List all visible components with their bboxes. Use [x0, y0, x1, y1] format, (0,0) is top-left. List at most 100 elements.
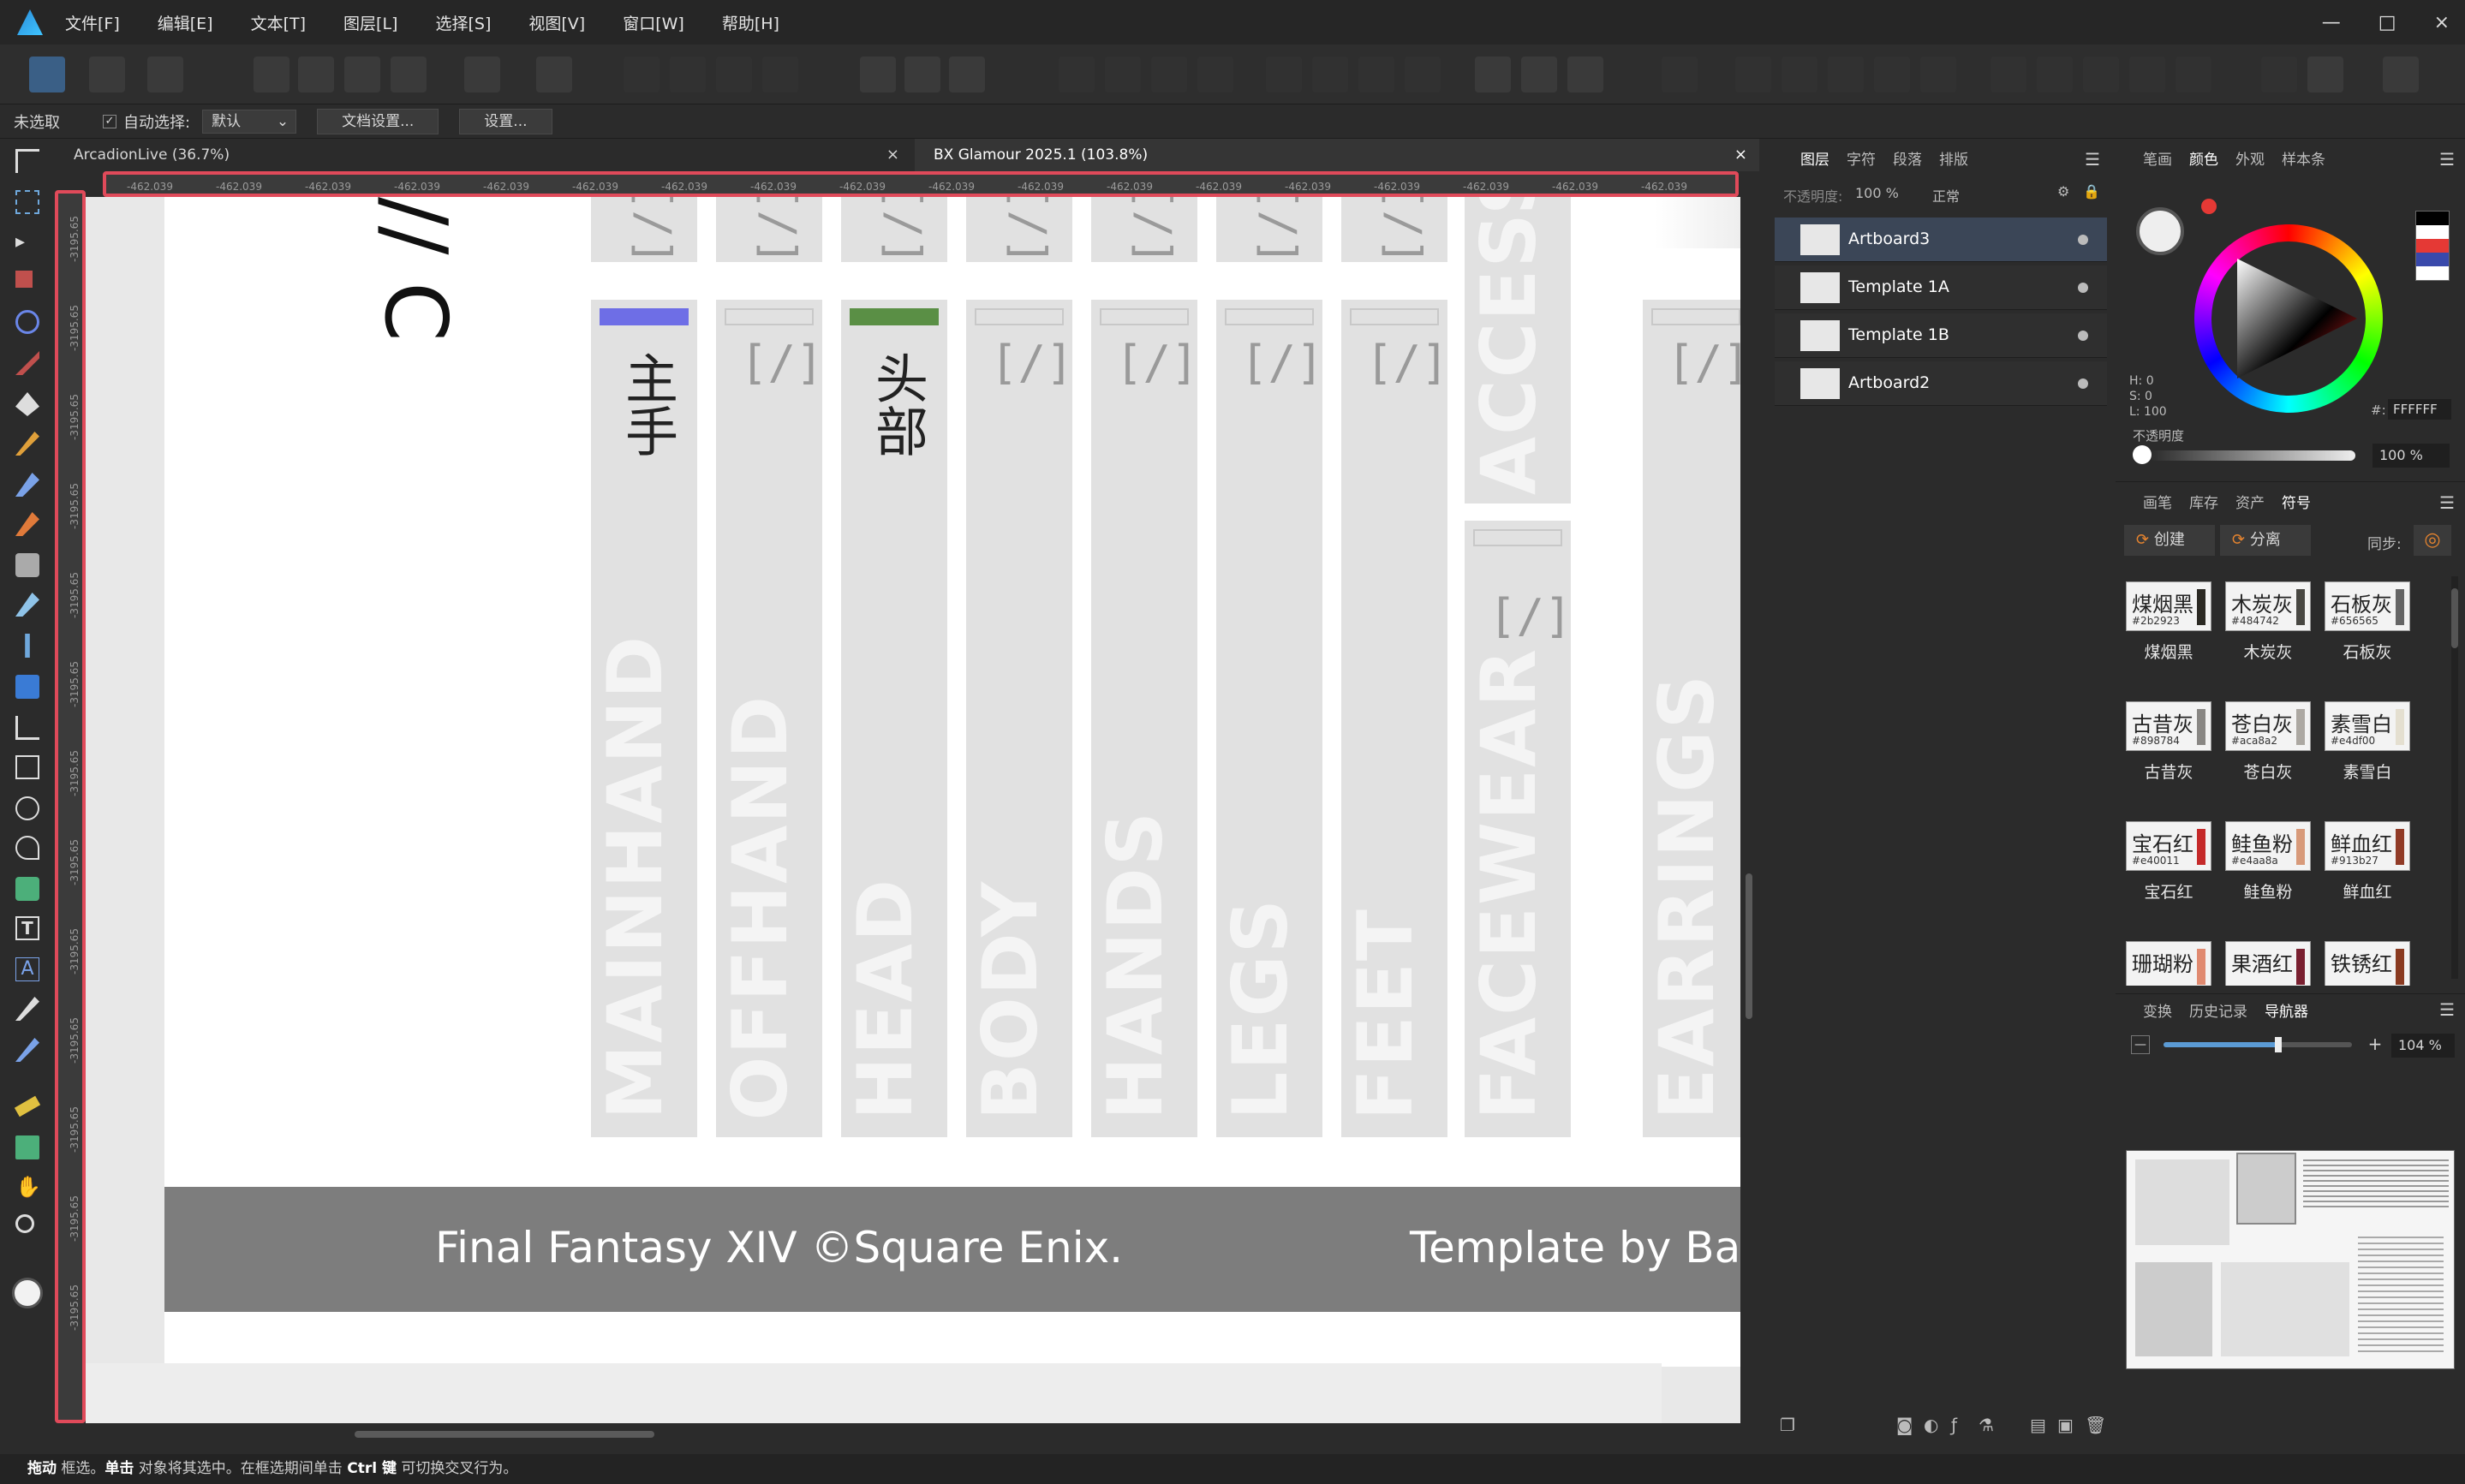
color-picker-icon[interactable]: [2201, 199, 2217, 214]
zoom-tool-icon[interactable]: [15, 1214, 34, 1233]
canvas[interactable]: // C [/] [/] [/] [/] [/] [/] [/] ACCESSO…: [86, 197, 1740, 1423]
pencil-tool-icon[interactable]: [15, 432, 39, 456]
eyedropper-tool-icon[interactable]: [15, 1038, 39, 1062]
paste-icon[interactable]: [2083, 57, 2119, 92]
symbol-swatch[interactable]: 素雪白 #e4df00: [2325, 701, 2410, 751]
measure-tool-icon[interactable]: [14, 1095, 41, 1117]
place-image-tool-icon[interactable]: [25, 634, 30, 658]
symbol-swatch[interactable]: 铁锈红: [2325, 941, 2410, 986]
minimize-button[interactable]: —: [2322, 12, 2341, 33]
maximize-button[interactable]: □: [2378, 12, 2396, 33]
vector-brush-tool-icon[interactable]: [15, 473, 39, 497]
select-bounds-icon[interactable]: [298, 57, 334, 92]
tab-navigator[interactable]: 导航器: [2265, 999, 2308, 1021]
zoom-in-button[interactable]: +: [2366, 1035, 2384, 1054]
artboard-tool-icon[interactable]: [15, 190, 39, 214]
fill-stroke-swatch-icon[interactable]: [2136, 207, 2184, 255]
cut-icon[interactable]: [1991, 57, 2026, 92]
tab-close-icon[interactable]: ×: [886, 139, 899, 171]
symbol-swatch[interactable]: 宝石红 #e40011: [2126, 821, 2211, 871]
point-transform-tool-icon[interactable]: [15, 271, 33, 288]
symbol-swatch[interactable]: 果酒红: [2225, 941, 2311, 986]
pen-tool-icon[interactable]: [15, 392, 39, 416]
tab-brushes[interactable]: 画笔: [2143, 491, 2172, 512]
menu-help[interactable]: 帮助[H]: [722, 11, 779, 34]
symbols-scrollbar[interactable]: [2451, 576, 2458, 979]
delete-icon[interactable]: [2129, 57, 2165, 92]
auto-select-dropdown[interactable]: 默认 ⌄: [202, 109, 297, 134]
contour-tool-icon[interactable]: [15, 310, 39, 334]
adjustment-icon[interactable]: ◐: [1924, 1415, 1938, 1435]
tab-paragraph[interactable]: 段落: [1893, 147, 1922, 169]
tab-swatch-strip[interactable]: 样本条: [2282, 147, 2325, 169]
transform-mirror-icon[interactable]: [1358, 57, 1394, 92]
vertical-scrollbar[interactable]: [1740, 171, 1759, 1423]
fx-icon[interactable]: [536, 57, 572, 92]
select-nodes-icon[interactable]: [344, 57, 380, 92]
vertical-ruler[interactable]: -3195.65 -3195.65 -3195.65 -3195.65 -319…: [55, 190, 86, 1423]
symbol-swatch[interactable]: 珊瑚粉: [2126, 941, 2211, 986]
menu-window[interactable]: 窗口[W]: [623, 11, 684, 34]
fill-tool-icon[interactable]: [15, 553, 39, 577]
symbol-swatch[interactable]: 鲜血红 #913b27: [2325, 821, 2410, 871]
layer-item[interactable]: Template 1A: [1775, 265, 2107, 310]
tab-stroke[interactable]: 笔画: [2143, 147, 2172, 169]
artistic-text-tool-icon[interactable]: A: [15, 957, 39, 981]
transform-rotate-icon[interactable]: [1312, 57, 1348, 92]
select-rotate-icon[interactable]: [391, 57, 427, 92]
recent-colors-swatches[interactable]: [2415, 211, 2450, 281]
navigator-preview[interactable]: [2126, 1150, 2455, 1369]
tab-assets[interactable]: 资产: [2235, 491, 2265, 512]
boolean-intersect-icon[interactable]: [1567, 57, 1603, 92]
opacity-slider[interactable]: [2150, 450, 2355, 461]
layer-visibility-icon[interactable]: [2078, 331, 2088, 341]
tab-symbols[interactable]: 符号: [2282, 491, 2311, 512]
color-picker-tool-icon[interactable]: [15, 997, 39, 1021]
duplicate-icon[interactable]: [2176, 57, 2211, 92]
copy-icon[interactable]: [2037, 57, 2073, 92]
align-center-icon[interactable]: [1105, 57, 1141, 92]
add-layer-icon[interactable]: ▤: [2030, 1415, 2046, 1435]
layer-visibility-icon[interactable]: [2078, 235, 2088, 245]
snapping-grid-icon[interactable]: [860, 57, 896, 92]
tab-transform[interactable]: 变换: [2143, 999, 2172, 1021]
boolean-add-icon[interactable]: [1475, 57, 1511, 92]
horizontal-ruler[interactable]: -462.039 -462.039 -462.039 -462.039 -462…: [103, 171, 1739, 197]
pie-tool-icon[interactable]: [15, 836, 39, 860]
text-flow-icon[interactable]: [1662, 57, 1698, 92]
symbol-swatch[interactable]: 古昔灰 #898784: [2126, 701, 2211, 751]
move-tool-icon[interactable]: [15, 149, 39, 173]
snap-target-icon[interactable]: [464, 57, 500, 92]
document-settings-button[interactable]: 文档设置...: [317, 108, 439, 134]
ungroup-icon[interactable]: [1782, 57, 1817, 92]
symbol-swatch[interactable]: 鲑鱼粉 #e4aa8a: [2225, 821, 2311, 871]
arrange-backward-icon[interactable]: [716, 57, 752, 92]
table-tool-icon[interactable]: [15, 1135, 39, 1159]
color-wheel[interactable]: [2194, 224, 2383, 413]
tab-color[interactable]: 颜色: [2189, 147, 2218, 169]
sync-toggle-icon[interactable]: ◎: [2414, 525, 2451, 556]
rectangle-tool-icon[interactable]: [15, 755, 39, 779]
symbol-swatch[interactable]: 苍白灰 #aca8a2: [2225, 701, 2311, 751]
detach-symbol-button[interactable]: ⟳ 分离: [2220, 525, 2311, 556]
unlock-icon[interactable]: [1874, 57, 1910, 92]
opacity-slider-handle[interactable]: [2133, 445, 2152, 464]
tab-character[interactable]: 字符: [1847, 147, 1876, 169]
menu-text[interactable]: 文本[T]: [251, 11, 306, 34]
hex-input[interactable]: FFFFFF: [2388, 399, 2451, 420]
artboard[interactable]: // C [/] [/] [/] [/] [/] [/] [/] ACCESSO…: [164, 197, 1740, 1367]
horizontal-scrollbar[interactable]: [55, 1423, 1759, 1445]
menu-file[interactable]: 文件[F]: [65, 11, 120, 34]
opacity-value[interactable]: 100 %: [1855, 185, 1899, 201]
tab-stock[interactable]: 库存: [2189, 491, 2218, 512]
arrange-back-icon[interactable]: [762, 57, 798, 92]
layers-copy-icon[interactable]: ❐: [1780, 1415, 1795, 1435]
tab-close-icon[interactable]: ×: [1734, 139, 1747, 171]
align-right-icon[interactable]: [1151, 57, 1187, 92]
group-layer-icon[interactable]: ▣: [2057, 1415, 2074, 1435]
tab-history[interactable]: 历史记录: [2189, 999, 2247, 1021]
navigator-viewport[interactable]: [2236, 1153, 2296, 1225]
snapping-options-icon[interactable]: [904, 57, 940, 92]
transform-reset-icon[interactable]: [1405, 57, 1441, 92]
arrange-front-icon[interactable]: [624, 57, 660, 92]
